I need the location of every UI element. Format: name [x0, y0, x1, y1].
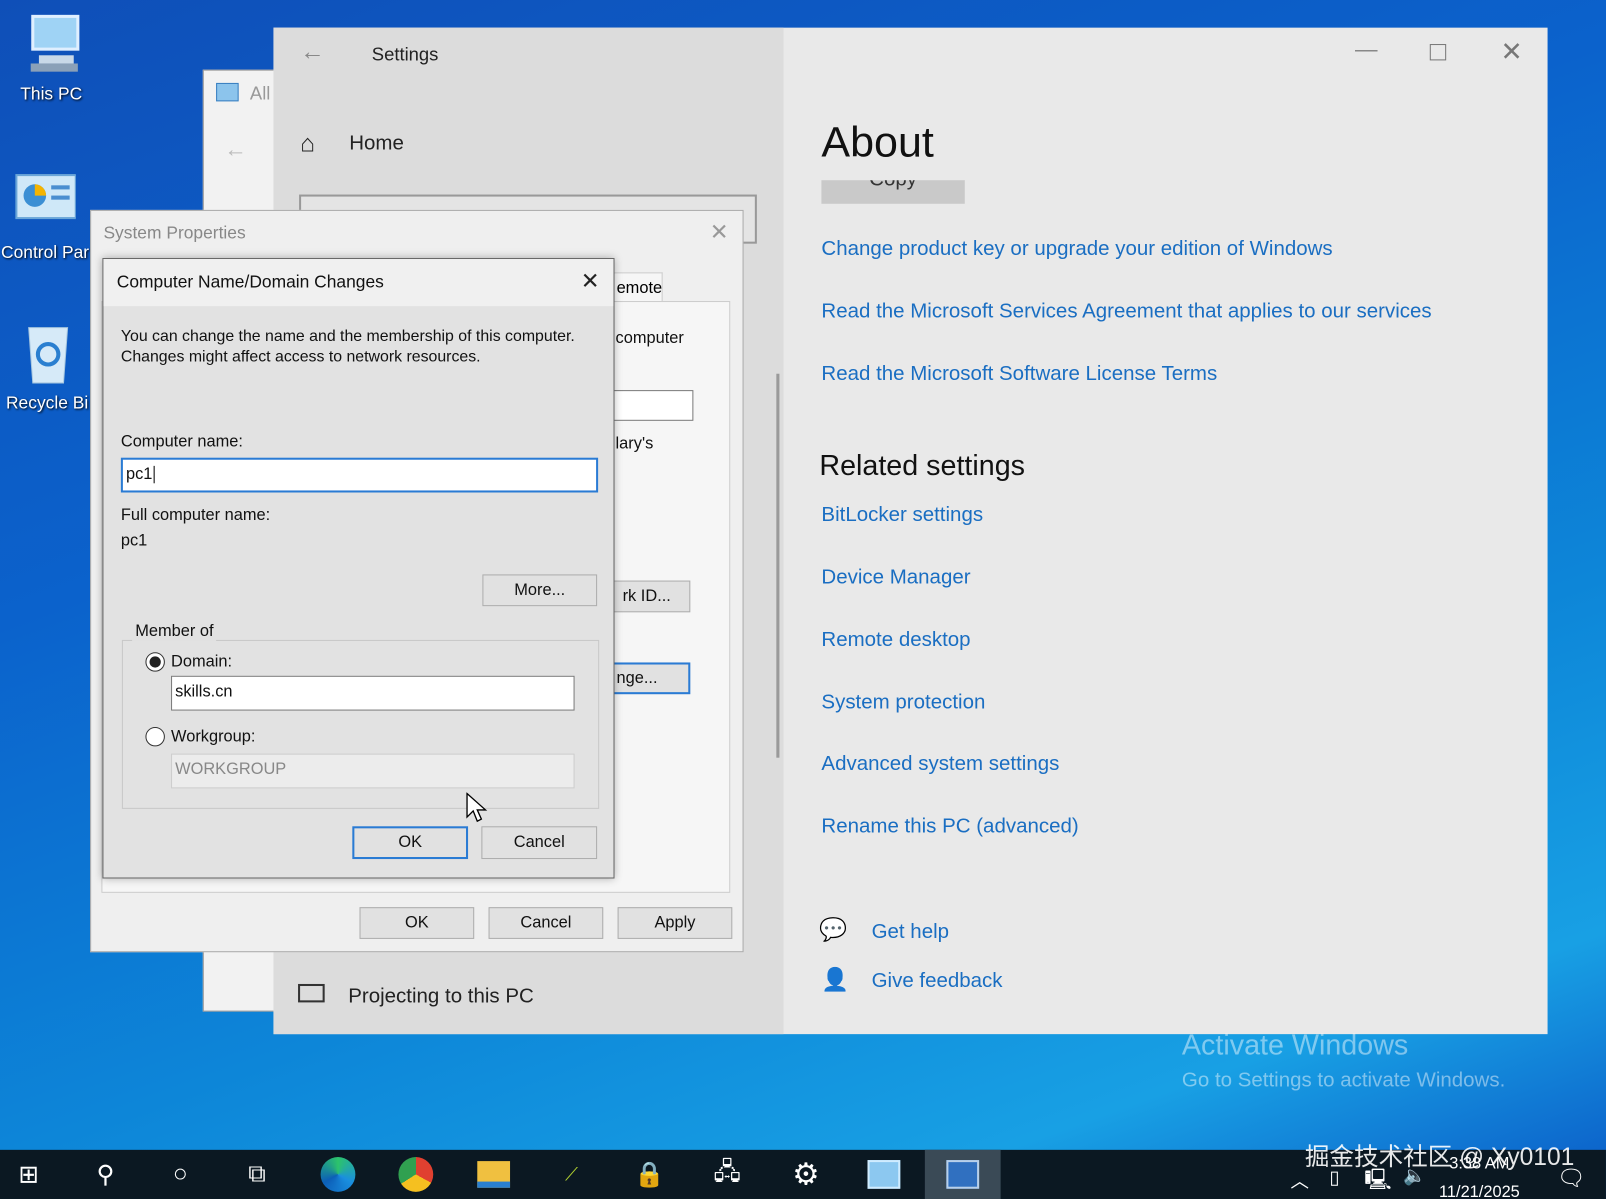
computer-name-input[interactable]: pc1 [120, 457, 599, 493]
close-button[interactable]: ✕ [581, 268, 600, 295]
link-system-protection[interactable]: System protection [821, 691, 985, 715]
desktop-icon-control-panel[interactable]: Control Par [0, 169, 96, 263]
related-settings-title: Related settings [819, 449, 1026, 482]
close-button[interactable]: ✕ [1500, 36, 1522, 68]
about-title: About [821, 117, 934, 166]
desktop-icon-recycle-bin[interactable]: Recycle Bi [0, 319, 98, 413]
cortana-icon[interactable]: ○ [155, 1150, 206, 1199]
network-tool-icon[interactable]: ⟋ [546, 1150, 597, 1199]
copy-button[interactable]: Copy [821, 180, 965, 204]
back-arrow-icon[interactable]: ← [224, 136, 247, 163]
scrollbar[interactable] [776, 373, 780, 758]
cancel-button[interactable]: Cancel [488, 907, 604, 939]
get-help-icon: 💬 [819, 916, 848, 942]
search-icon[interactable]: ⚲ [80, 1150, 131, 1199]
close-button[interactable]: ✕ [710, 219, 729, 246]
change-button[interactable]: nge... [603, 662, 691, 695]
workgroup-input[interactable]: WORKGROUP [171, 753, 575, 789]
nav-home[interactable]: Home [349, 132, 404, 156]
ok-button[interactable]: OK [359, 907, 475, 939]
ok-button[interactable]: OK [352, 826, 469, 860]
edge-icon[interactable] [312, 1150, 363, 1199]
full-name-value: pc1 [120, 532, 148, 550]
text-lary: lary's [615, 435, 654, 453]
recycle-bin-icon [16, 319, 77, 387]
apply-button[interactable]: Apply [617, 907, 733, 939]
description-input[interactable] [603, 390, 694, 421]
member-of-label: Member of [132, 622, 217, 641]
give-feedback-icon: 👤 [821, 966, 850, 993]
home-icon: ⌂ [300, 130, 315, 158]
task-view-icon[interactable]: ⧉ [231, 1150, 282, 1199]
domain-input[interactable]: skills.cn [171, 675, 575, 711]
link-give-feedback[interactable]: Give feedback [872, 970, 1003, 994]
back-arrow-icon[interactable]: ← [300, 38, 325, 67]
domain-radio[interactable] [145, 652, 165, 672]
workgroup-label: Workgroup: [171, 727, 256, 746]
link-license-terms[interactable]: Read the Microsoft Software License Term… [821, 362, 1217, 386]
control-panel-icon [216, 82, 239, 102]
projecting-icon [298, 983, 325, 1003]
link-advanced-system-settings[interactable]: Advanced system settings [821, 753, 1059, 777]
link-device-manager[interactable]: Device Manager [821, 566, 970, 590]
desktop-icon-this-pc[interactable]: This PC [0, 10, 102, 104]
full-name-label: Full computer name: [120, 506, 271, 525]
computer-icon [20, 10, 81, 78]
security-tool-icon[interactable]: 🔒 [624, 1150, 675, 1199]
computer-name-dialog[interactable]: Computer Name/Domain Changes ✕ You can c… [102, 258, 615, 879]
workgroup-radio[interactable] [145, 726, 165, 747]
link-services-agreement[interactable]: Read the Microsoft Services Agreement th… [821, 300, 1431, 324]
site-watermark: 掘金技术社区 @ Xy0101 [1304, 1143, 1575, 1172]
minimize-button[interactable]: — [1355, 36, 1378, 63]
remote-connection-icon[interactable]: 🖧 [702, 1150, 753, 1199]
domain-label: Domain: [171, 653, 233, 671]
maximize-button[interactable] [1429, 44, 1447, 61]
dialog-description: You can change the name and the membersh… [120, 327, 575, 366]
link-change-product-key[interactable]: Change product key or upgrade your editi… [821, 238, 1332, 262]
dialog-title: Computer Name/Domain Changes [116, 272, 384, 292]
settings-title: Settings [371, 44, 439, 65]
computer-name-label: Computer name: [120, 433, 243, 451]
system-icon[interactable] [937, 1150, 988, 1199]
more-button[interactable]: More... [482, 574, 598, 607]
clock-date[interactable]: 11/21/2025 [1439, 1184, 1520, 1199]
cancel-button[interactable]: Cancel [481, 826, 598, 860]
control-panel-icon [14, 169, 77, 237]
link-get-help[interactable]: Get help [872, 920, 949, 944]
link-remote-desktop[interactable]: Remote desktop [821, 629, 970, 653]
system-properties-title: System Properties [103, 223, 246, 243]
tab-remote[interactable]: emote [613, 272, 663, 303]
mouse-cursor-icon [466, 792, 488, 823]
settings-gear-icon[interactable]: ⚙ [780, 1150, 831, 1199]
chrome-icon[interactable] [390, 1150, 441, 1199]
link-bitlocker[interactable]: BitLocker settings [821, 504, 983, 528]
control-panel-title: All [249, 82, 271, 104]
network-id-button[interactable]: rk ID... [603, 580, 691, 613]
control-panel-icon[interactable] [858, 1150, 909, 1199]
nav-projecting[interactable]: Projecting to this PC [348, 985, 534, 1009]
activate-windows-subtitle: Go to Settings to activate Windows. [1181, 1068, 1506, 1092]
file-explorer-icon[interactable] [468, 1150, 519, 1199]
windows-start-icon[interactable]: ⊞ [3, 1150, 54, 1199]
activate-windows-title: Activate Windows [1181, 1029, 1409, 1061]
text-computer: computer [615, 329, 684, 348]
link-rename-pc[interactable]: Rename this PC (advanced) [821, 815, 1078, 839]
